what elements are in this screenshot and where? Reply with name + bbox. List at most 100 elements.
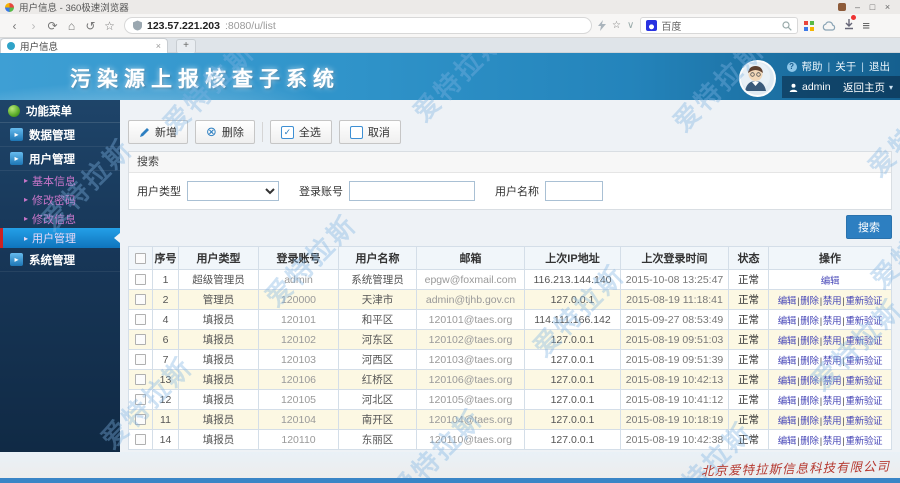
sidebar-subitem-basic-info[interactable]: ▸ 基本信息: [0, 171, 120, 190]
minimize-button[interactable]: –: [850, 0, 865, 14]
logout-link[interactable]: 退出: [869, 59, 890, 74]
row-checkbox[interactable]: [135, 334, 146, 345]
op-link[interactable]: 编辑: [778, 396, 796, 407]
op-link[interactable]: 编辑: [778, 296, 796, 307]
op-link[interactable]: 删除: [800, 396, 818, 407]
new-tab-button[interactable]: +: [176, 39, 196, 54]
op-link[interactable]: 禁用: [823, 396, 841, 407]
op-link[interactable]: 禁用: [823, 296, 841, 307]
sidebar-item-user-mgmt[interactable]: ▸ 用户管理: [0, 147, 120, 171]
refresh-icon[interactable]: ⟳: [44, 19, 61, 33]
op-link[interactable]: 禁用: [823, 316, 841, 327]
col-status: 正常: [729, 270, 769, 290]
op-link[interactable]: 编辑: [778, 316, 796, 327]
op-link[interactable]: 重新验证: [845, 416, 882, 427]
op-link[interactable]: 编辑: [778, 336, 796, 347]
admin-bar: admin 返回主页 ▾: [782, 76, 900, 98]
op-link[interactable]: 重新验证: [845, 296, 882, 307]
op-link[interactable]: 重新验证: [845, 396, 882, 407]
about-link[interactable]: 关于: [835, 59, 856, 74]
search-engine-label: 百度: [661, 18, 778, 33]
search-button[interactable]: 搜索: [846, 215, 892, 239]
tab-bar: 用户信息 × +: [0, 38, 900, 53]
op-link[interactable]: 重新验证: [845, 336, 882, 347]
home-link[interactable]: 返回主页: [843, 80, 885, 95]
arrow-icon: ▸: [24, 234, 28, 243]
col-last-ip: 114.111.166.142: [525, 310, 621, 330]
sidebar-subitem-change-password[interactable]: ▸ 修改密码: [0, 190, 120, 209]
table-row: 1超级管理员admin系统管理员epgw@foxmail.com116.213.…: [129, 270, 892, 290]
op-link[interactable]: 删除: [800, 436, 818, 447]
sidebar-subitem-user-mgmt-active[interactable]: ▸ 用户管理: [0, 228, 120, 248]
row-checkbox[interactable]: [135, 394, 146, 405]
cancel-button[interactable]: 取消: [339, 120, 401, 144]
tab-close-icon[interactable]: ×: [156, 41, 161, 51]
table-row: 4填报员120101和平区120101@taes.org114.111.166.…: [129, 310, 892, 330]
maximize-button[interactable]: □: [865, 0, 880, 14]
op-link[interactable]: 禁用: [823, 416, 841, 427]
close-button[interactable]: ×: [880, 0, 895, 14]
delete-button[interactable]: ⊗ 删除: [195, 120, 255, 144]
op-link[interactable]: 编辑: [778, 356, 796, 367]
op-link[interactable]: 重新验证: [845, 436, 882, 447]
search-box[interactable]: 百度: [640, 17, 798, 34]
row-checkbox[interactable]: [135, 294, 146, 305]
menu-icon[interactable]: ≡: [862, 18, 870, 33]
favorites-icon[interactable]: ☆: [101, 19, 118, 33]
caret-down-icon[interactable]: ▾: [889, 83, 893, 92]
user-name-input[interactable]: [545, 181, 603, 201]
select-all-checkbox[interactable]: [135, 253, 146, 264]
row-checkbox[interactable]: [135, 414, 146, 425]
bookmark-star-icon[interactable]: ☆: [608, 20, 625, 31]
op-link[interactable]: 禁用: [823, 436, 841, 447]
sidebar-item-system-mgmt[interactable]: ▸ 系统管理: [0, 248, 120, 272]
op-link[interactable]: 重新验证: [845, 376, 882, 387]
op-link[interactable]: 编辑: [778, 416, 796, 427]
download-icon[interactable]: [844, 17, 854, 35]
chevron-down-icon[interactable]: ∨: [627, 20, 634, 31]
user-type-select[interactable]: [187, 181, 279, 201]
op-link[interactable]: 删除: [800, 416, 818, 427]
row-checkbox[interactable]: [135, 354, 146, 365]
lightning-icon[interactable]: [598, 20, 606, 31]
op-link[interactable]: 重新验证: [845, 356, 882, 367]
op-link[interactable]: 删除: [800, 356, 818, 367]
op-link[interactable]: 禁用: [823, 376, 841, 387]
table-header-row: 序号 用户类型 登录账号 用户名称 邮箱 上次IP地址 上次登录时间 状态 操作: [129, 247, 892, 270]
login-account-input[interactable]: [349, 181, 475, 201]
sidebar-item-data-mgmt[interactable]: ▸ 数据管理: [0, 123, 120, 147]
op-link[interactable]: 删除: [800, 336, 818, 347]
row-checkbox[interactable]: [135, 314, 146, 325]
home-icon[interactable]: ⌂: [63, 19, 80, 33]
row-checkbox[interactable]: [135, 274, 146, 285]
op-link[interactable]: 禁用: [823, 336, 841, 347]
help-link[interactable]: 帮助: [802, 59, 823, 74]
row-checkbox[interactable]: [135, 434, 146, 445]
select-all-button[interactable]: ✓ 全选: [270, 120, 332, 144]
back-icon[interactable]: ‹: [6, 19, 23, 33]
op-link[interactable]: 禁用: [823, 356, 841, 367]
skin-icon[interactable]: [838, 3, 846, 11]
cloud-icon[interactable]: [822, 21, 836, 31]
op-link[interactable]: 编辑: [778, 436, 796, 447]
col-last-ip: 127.0.0.1: [525, 370, 621, 390]
magnifier-icon[interactable]: [782, 21, 792, 31]
op-link[interactable]: 删除: [800, 296, 818, 307]
row-checkbox[interactable]: [135, 374, 146, 385]
apps-grid-icon[interactable]: [804, 21, 814, 31]
row-operations: 编辑|删除|禁用|重新验证: [769, 430, 892, 450]
col-status: 正常: [729, 310, 769, 330]
add-button[interactable]: 新增: [128, 120, 188, 144]
op-link[interactable]: 删除: [800, 376, 818, 387]
op-link[interactable]: 编辑: [778, 376, 796, 387]
op-link[interactable]: 编辑: [821, 276, 839, 287]
op-separator: |: [820, 356, 822, 367]
tab-user-info[interactable]: 用户信息 ×: [0, 38, 168, 53]
op-link[interactable]: 删除: [800, 316, 818, 327]
forward-icon[interactable]: ›: [25, 19, 42, 33]
restore-tabs-icon[interactable]: ↺: [82, 19, 99, 33]
op-link[interactable]: 重新验证: [845, 316, 882, 327]
sidebar-title: 功能菜单: [0, 100, 120, 123]
address-bar[interactable]: 123.57.221.203:8080/u/list: [124, 17, 592, 34]
sidebar-subitem-modify-info[interactable]: ▸ 修改信息: [0, 209, 120, 228]
